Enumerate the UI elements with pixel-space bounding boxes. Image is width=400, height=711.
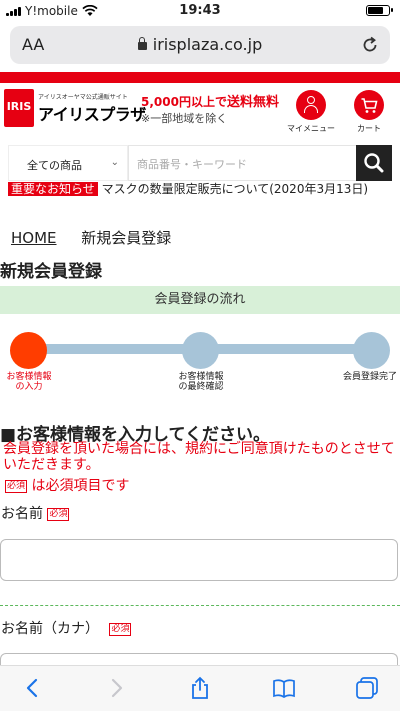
important-notice[interactable]: 重要なお知らせ マスクの数量限定販売について(2020年3月13日) [8, 182, 392, 197]
shipping-banner: 5,000円以上で送料無料 [141, 91, 279, 110]
step-3-dot [353, 332, 390, 369]
search-icon [364, 153, 384, 173]
step-3-line1: 会員登録完了 [342, 372, 397, 382]
search-input[interactable]: 商品番号・キーワード [128, 145, 358, 181]
lock-icon [137, 37, 147, 50]
user-icon [296, 90, 326, 120]
step-1-label: お客様情報 の入力 [2, 372, 56, 392]
step-3-label: 会員登録完了 [340, 372, 400, 382]
battery-icon [366, 5, 393, 16]
search-button[interactable] [356, 145, 392, 181]
brand-stripe [0, 72, 400, 83]
tabs-icon[interactable] [355, 676, 379, 700]
breadcrumb-current: 新規会員登録 [81, 229, 172, 247]
my-menu-button[interactable]: マイメニュー [287, 90, 335, 134]
kana-label: お名前（カナ） 必須 [1, 618, 132, 638]
share-icon[interactable] [188, 676, 212, 700]
category-value: 全ての商品 [27, 159, 82, 172]
cart-button[interactable]: カート [345, 90, 393, 134]
name-required-badge: 必須 [47, 508, 70, 521]
required-note-text: は必須項目です [31, 478, 130, 494]
url-text: irisplaza.co.jp [152, 35, 263, 54]
kana-input[interactable] [0, 653, 398, 665]
required-note: 必須 は必須項目です [5, 475, 129, 495]
notice-tag: 重要なお知らせ [8, 182, 98, 196]
bookmarks-icon[interactable] [272, 676, 296, 700]
status-bar: Y!mobile 19:43 [0, 0, 400, 22]
step-2-label: お客様情報 の最終確認 [172, 372, 230, 392]
my-menu-label: マイメニュー [287, 124, 335, 133]
site-header: IRIS アイリスオーヤマ公式通販サイト アイリスプラザ 5,000円以上で送料… [0, 83, 400, 141]
kana-required-badge: 必須 [109, 623, 132, 636]
shipping-note: ※一部地域を除く [141, 112, 228, 125]
iris-logo[interactable]: IRIS [4, 89, 34, 127]
notice-text[interactable]: マスクの数量限定販売について(2020年3月13日) [102, 182, 368, 196]
cart-label: カート [357, 124, 381, 133]
search-bar: 全ての商品 ⌄ 商品番号・キーワード [8, 145, 392, 181]
step-2-line2: の最終確認 [178, 382, 224, 392]
browser-toolbar [0, 665, 400, 711]
category-select[interactable]: 全ての商品 ⌄ [8, 145, 128, 181]
reload-icon[interactable] [360, 35, 380, 55]
shipping-free: 送料無料 [226, 95, 279, 110]
step-2-dot [182, 332, 219, 369]
shipping-amount: 5,000円以上で [141, 95, 227, 109]
kana-label-text: お名前（カナ） [1, 621, 99, 637]
agreement-text: 会員登録を頂いた場合には、規約にご同意頂けたものとさせていただきます。 [3, 441, 395, 473]
cart-icon [354, 90, 384, 120]
required-badge: 必須 [5, 480, 28, 493]
name-label: お名前 必須 [1, 503, 70, 523]
step-1-dot [10, 332, 47, 369]
flow-title: 会員登録の流れ [0, 286, 400, 314]
step-1-line2: の入力 [15, 382, 43, 392]
logo-subtitle: アイリスオーヤマ公式通販サイト [38, 94, 128, 101]
breadcrumb-home-link[interactable]: HOME [11, 229, 57, 247]
name-label-text: お名前 [1, 506, 43, 522]
name-input[interactable] [0, 539, 398, 581]
logo-name[interactable]: アイリスプラザ [38, 101, 146, 125]
back-icon[interactable] [21, 676, 45, 700]
step-1-line1: お客様情報 [6, 372, 52, 382]
forward-icon[interactable] [104, 676, 128, 700]
chevron-down-icon: ⌄ [110, 157, 119, 168]
step-2-line1: お客様情報 [178, 372, 224, 382]
status-time: 19:43 [179, 3, 221, 18]
address-bar[interactable]: AA irisplaza.co.jp [10, 26, 390, 64]
field-divider [0, 605, 400, 606]
breadcrumb: HOME 新規会員登録 [11, 227, 171, 248]
url-display[interactable]: irisplaza.co.jp [10, 35, 390, 54]
page-title: 新規会員登録 [0, 262, 102, 282]
